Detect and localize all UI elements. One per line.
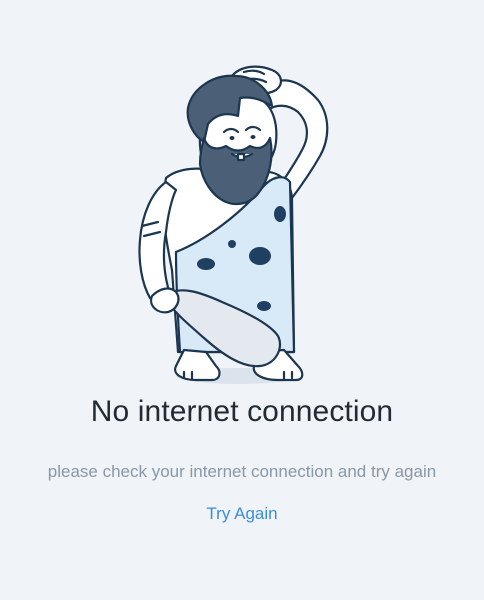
no-connection-subtitle: please check your internet connection an… <box>47 462 437 481</box>
caveman-illustration-icon <box>138 65 329 384</box>
try-again-button[interactable]: Try Again <box>0 503 484 525</box>
no-connection-title: No internet connection <box>90 395 394 428</box>
offline-screen: No internet connection please check your… <box>0 0 484 600</box>
